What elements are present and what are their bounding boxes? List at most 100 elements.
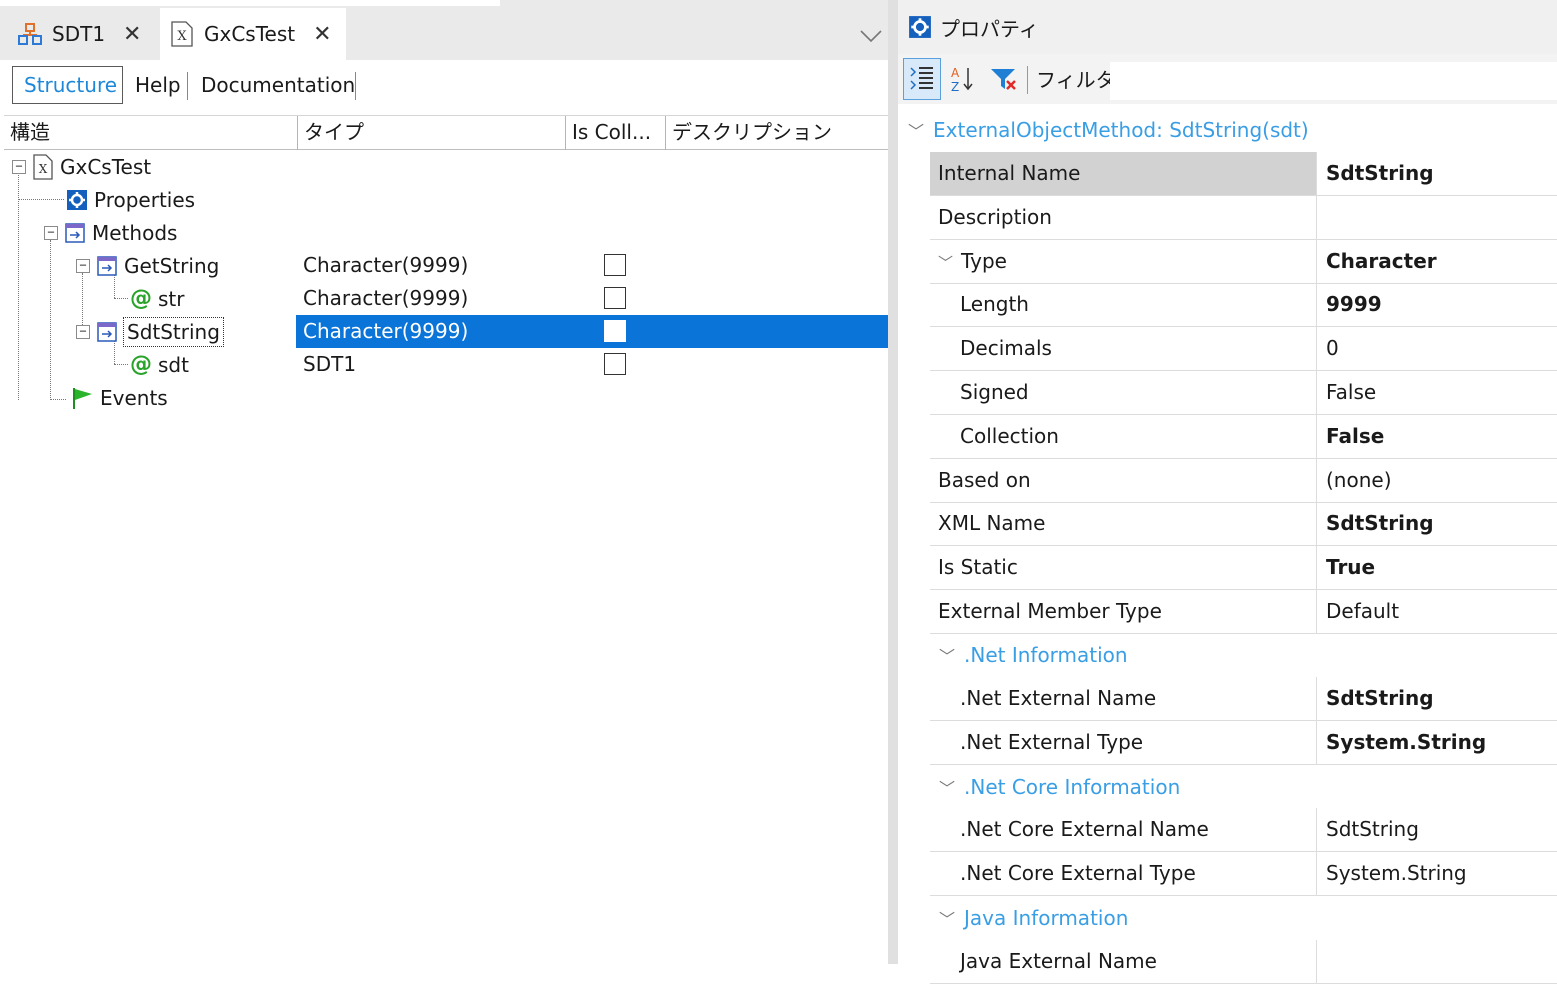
property-value[interactable]: SdtString (1318, 152, 1557, 195)
parameter-icon: @ (130, 286, 152, 311)
tab-help[interactable]: Help (124, 66, 186, 104)
type-cell[interactable]: Character(9999) (296, 315, 888, 348)
property-row[interactable]: ﹀ Type Character (930, 239, 1557, 284)
property-name-text: Decimals (960, 336, 1052, 361)
tree-row-events[interactable]: Events (4, 381, 888, 414)
property-row[interactable]: Internal Name SdtString (930, 152, 1557, 196)
property-row[interactable]: Collection False (930, 414, 1557, 459)
collapse-toggle-icon[interactable]: − (76, 324, 90, 339)
category-net-core-information[interactable]: ﹀ .Net Core Information (898, 765, 1557, 809)
column-header-is-collection[interactable]: Is Coll... (566, 116, 666, 150)
property-row[interactable]: Description (930, 195, 1557, 240)
property-name-text: .Net Core External Name (960, 817, 1209, 841)
close-icon[interactable]: ✕ (123, 22, 141, 47)
method-icon (97, 255, 117, 276)
object-header-label: ExternalObjectMethod: SdtString(sdt) (933, 118, 1309, 142)
category-label: Java Information (964, 906, 1129, 930)
property-value[interactable]: SdtString (1318, 502, 1557, 545)
filter-input[interactable] (1110, 62, 1557, 100)
flag-icon (73, 387, 92, 409)
property-row[interactable]: Length 9999 (930, 283, 1557, 328)
close-icon[interactable]: ✕ (313, 22, 331, 47)
property-name-text: Signed (960, 380, 1029, 404)
category-net-information[interactable]: ﹀ .Net Information (898, 633, 1557, 677)
tree-row-str[interactable]: @ str Character(9999) (4, 282, 888, 315)
property-value[interactable]: False (1318, 415, 1557, 458)
property-value[interactable]: SdtString (1318, 677, 1557, 720)
property-name: XML Name (930, 502, 1317, 546)
property-row[interactable]: .Net Core External Type System.String (930, 851, 1557, 896)
property-value[interactable]: 9999 (1318, 283, 1557, 326)
is-collection-checkbox[interactable] (604, 320, 626, 342)
type-cell[interactable]: SDT1 (296, 348, 888, 381)
property-row[interactable]: Java External Name (930, 940, 1557, 984)
column-header-structure[interactable]: 構造 (4, 116, 298, 150)
property-row[interactable]: .Net External Type System.String (930, 720, 1557, 765)
method-icon (65, 222, 85, 243)
property-row[interactable]: XML Name SdtString (930, 502, 1557, 547)
tree-node-label: str (158, 286, 185, 311)
property-value[interactable]: System.String (1318, 852, 1557, 895)
tab-sdt1[interactable]: SDT1 ✕ (8, 8, 156, 60)
structure-editor-pane: SDT1 ✕ X GxCsTest ✕ Structure Help Docum… (0, 0, 888, 964)
property-value[interactable]: Default (1318, 590, 1557, 633)
tree-node-label: Methods (92, 220, 178, 245)
tab-structure[interactable]: Structure (12, 66, 123, 104)
property-row[interactable]: .Net Core External Name SdtString (930, 808, 1557, 852)
property-row[interactable]: Decimals 0 (930, 327, 1557, 372)
object-header[interactable]: ﹀ ExternalObjectMethod: SdtString(sdt) (898, 108, 1557, 152)
tree-node-label: sdt (158, 352, 189, 377)
property-name: Description (930, 195, 1317, 239)
categorized-list-icon (910, 67, 933, 90)
property-row[interactable]: Is Static True (930, 546, 1557, 591)
tree-row-properties[interactable]: Properties (4, 183, 888, 216)
column-header-type[interactable]: タイプ (298, 116, 566, 150)
chevron-down-icon[interactable] (858, 22, 884, 48)
category-java-information[interactable]: ﹀ Java Information (898, 896, 1557, 940)
is-collection-checkbox[interactable] (604, 353, 626, 375)
chevron-down-icon[interactable]: ﹀ (938, 643, 956, 667)
property-value[interactable] (1318, 196, 1557, 239)
tree-row-getstring[interactable]: − GetString Character(9999) (4, 249, 888, 282)
tab-gxcstest[interactable]: X GxCsTest ✕ (160, 8, 346, 60)
chevron-down-icon[interactable]: ﹀ (938, 906, 956, 930)
property-value[interactable]: System.String (1318, 721, 1557, 764)
categorized-view-button[interactable] (903, 58, 941, 100)
chevron-down-icon[interactable]: ﹀ (938, 775, 956, 799)
type-cell[interactable]: Character(9999) (296, 282, 888, 315)
property-row[interactable]: Based on (none) (930, 458, 1557, 503)
tree-row-sdt[interactable]: @ sdt SDT1 (4, 348, 888, 381)
property-value[interactable]: (none) (1318, 459, 1557, 502)
property-row[interactable]: External Member Type Default (930, 590, 1557, 634)
collapse-toggle-icon[interactable]: − (12, 159, 26, 174)
collapse-toggle-icon[interactable]: − (76, 258, 90, 273)
tree-row-methods[interactable]: − Methods (4, 216, 888, 249)
property-value[interactable]: SdtString (1318, 808, 1557, 851)
property-value[interactable]: Character (1318, 240, 1557, 283)
properties-title-bar: プロパティ (898, 0, 1557, 54)
filter-button[interactable] (984, 58, 1022, 100)
property-value[interactable]: 0 (1318, 327, 1557, 370)
is-collection-checkbox[interactable] (604, 254, 626, 276)
type-cell[interactable]: Character(9999) (296, 249, 888, 282)
editor-section-tabs: Structure Help Documentation (0, 60, 888, 114)
property-row[interactable]: Signed False (930, 371, 1557, 415)
property-value[interactable]: False (1318, 371, 1557, 414)
property-value[interactable] (1318, 940, 1557, 983)
tree-row-gxcstest[interactable]: − X GxCsTest (4, 150, 888, 183)
pane-splitter[interactable] (888, 0, 898, 964)
property-name: Decimals (930, 327, 1317, 371)
property-name: .Net Core External Name (930, 808, 1317, 851)
property-value[interactable]: True (1318, 546, 1557, 589)
property-row[interactable]: .Net External Name SdtString (930, 677, 1557, 721)
alphabetical-sort-button[interactable]: A Z (943, 58, 981, 100)
property-name: Collection (930, 414, 1317, 458)
chevron-down-icon[interactable]: ﹀ (907, 118, 925, 142)
is-collection-checkbox[interactable] (604, 287, 626, 309)
tab-bar-top-strip (0, 0, 500, 6)
tab-documentation[interactable]: Documentation (190, 66, 356, 104)
column-header-description[interactable]: デスクリプション (666, 116, 888, 150)
chevron-down-icon[interactable]: ﹀ (938, 254, 953, 272)
collapse-toggle-icon[interactable]: − (44, 225, 58, 240)
tree-row-sdtstring[interactable]: − SdtString Character(9999) (4, 315, 888, 348)
